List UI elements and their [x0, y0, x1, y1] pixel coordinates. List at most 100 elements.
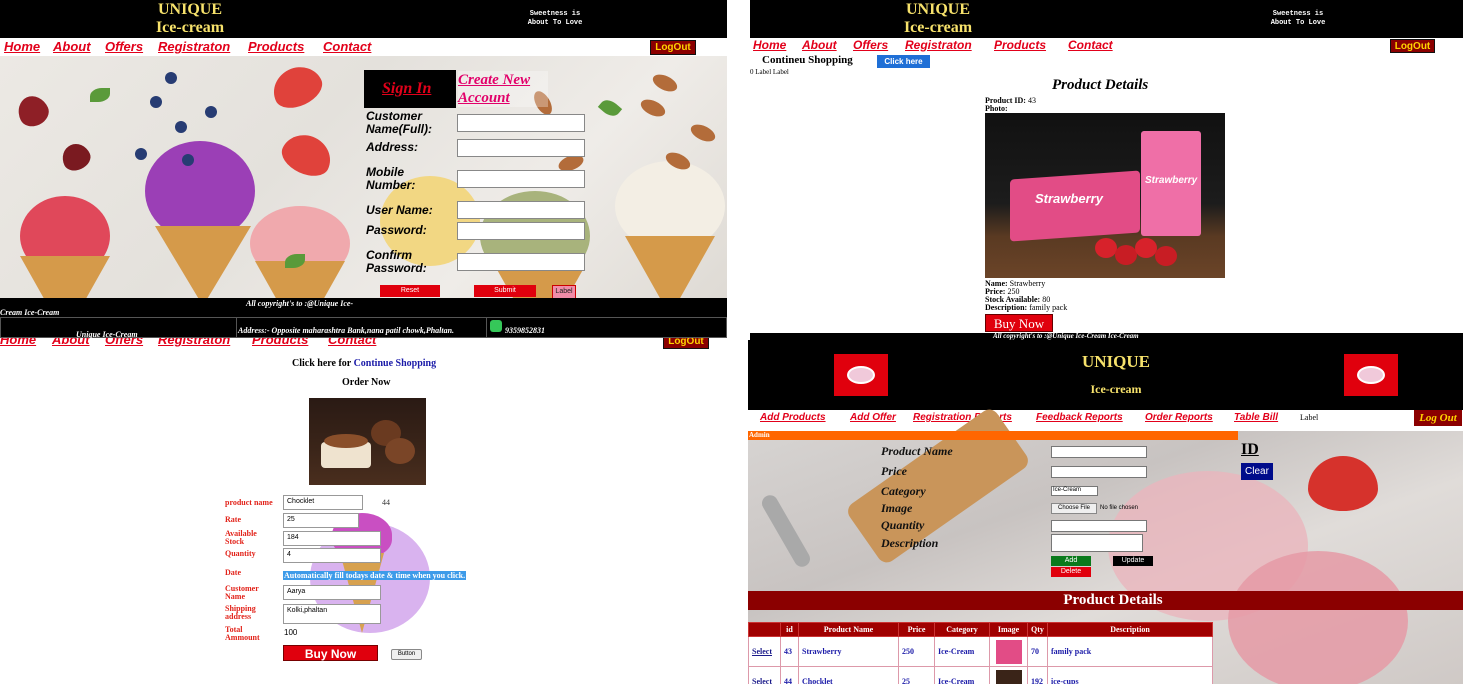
buy-now-button[interactable]: Buy Now [985, 314, 1053, 332]
nav-contact[interactable]: Contact [328, 338, 376, 347]
product-desc-line: Description: family pack [985, 303, 1068, 312]
generic-button[interactable]: Button [391, 649, 422, 660]
label-shipping-address: Shipping address [225, 604, 256, 622]
product-id-value: 44 [382, 498, 390, 507]
continue-line: Click here for Continue Shopping [292, 358, 437, 369]
nav-contact[interactable]: Contact [323, 39, 371, 54]
nav-products[interactable]: Products [994, 38, 1046, 52]
confirm-password-input[interactable] [457, 253, 585, 271]
nav-about[interactable]: About [52, 338, 90, 347]
product-name-input[interactable]: Chocklet [283, 495, 363, 510]
quantity-input[interactable] [1051, 520, 1147, 532]
nav-registration[interactable]: Registraton [158, 39, 230, 54]
label-customer-name: Customer Name(Full): [366, 109, 432, 137]
admin-logout-button[interactable]: Log Out [1414, 410, 1462, 426]
admin-title: UNIQUE [1081, 352, 1150, 371]
username-input[interactable] [457, 201, 585, 219]
nav-home[interactable]: Home [4, 39, 40, 54]
col-image: Image [989, 622, 1028, 637]
buy-now-button[interactable]: Buy Now [283, 645, 378, 661]
customer-name-input[interactable] [457, 114, 585, 132]
nav-registration[interactable]: Registraton [158, 338, 230, 347]
tagline: Sweetness is About To Love [527, 10, 583, 28]
copyright-text: All copyright's to :@Unique Ice-Cream Ic… [993, 332, 1139, 340]
nav-registration[interactable]: Registraton [905, 38, 972, 52]
quantity-input[interactable]: 4 [283, 548, 381, 563]
label-product-name: product name [225, 498, 273, 507]
nav-products[interactable]: Products [252, 338, 308, 347]
label-quantity: Quantity [881, 518, 925, 532]
nav-order-reports[interactable]: Order Reports [1145, 412, 1213, 423]
nav-offers[interactable]: Offers [105, 338, 143, 347]
password-input[interactable] [457, 222, 585, 240]
logout-button[interactable]: LogOut [1390, 39, 1435, 53]
col-select [748, 622, 781, 637]
total-amount-value: 100 [284, 628, 298, 637]
label-address: Address: [366, 140, 419, 154]
row-thumbnail [989, 636, 1028, 667]
description-input[interactable] [1051, 534, 1143, 552]
nav-offers[interactable]: Offers [853, 38, 888, 52]
nav-add-offer[interactable]: Add Offer [850, 412, 896, 423]
select-link[interactable]: Select [748, 666, 781, 684]
label-product-name: Product Name [881, 444, 953, 458]
order-page: Home About Offers Registraton Products C… [0, 338, 727, 684]
clear-button[interactable]: Clear [1241, 463, 1273, 480]
stock-input[interactable]: 184 [283, 531, 381, 546]
photo-label: Photo: [985, 104, 1008, 113]
price-input[interactable] [1051, 466, 1147, 478]
nav-about[interactable]: About [802, 38, 837, 52]
logout-button[interactable]: LogOut [663, 338, 709, 349]
col-description: Description [1047, 622, 1213, 637]
select-link[interactable]: Select [748, 636, 781, 667]
create-account-link[interactable]: Create New Account [458, 71, 548, 107]
col-qty: Qty [1027, 622, 1048, 637]
mobile-input[interactable] [457, 170, 585, 188]
product-details-page: UNIQUE Ice-cream Sweetness is About To Lov… [750, 0, 1463, 340]
no-file-text: No file chosen [1100, 505, 1139, 511]
date-autofill-hint[interactable]: Automatically fill todays date & time wh… [283, 571, 467, 580]
col-price: Price [898, 622, 935, 637]
choose-file-button[interactable]: Choose File [1051, 503, 1097, 514]
col-product-name: Product Name [798, 622, 899, 637]
delete-button[interactable]: Delete [1051, 567, 1091, 577]
nav-contact[interactable]: Contact [1068, 38, 1113, 52]
nav-home[interactable]: Home [753, 38, 786, 52]
table-row: Select 43 Strawberry 250 Ice-Cream 70 fa… [748, 636, 1213, 667]
product-name-input[interactable] [1051, 446, 1147, 458]
sign-in-link[interactable]: Sign In [382, 80, 431, 98]
update-button[interactable]: Update [1113, 556, 1153, 566]
address-input[interactable] [457, 139, 585, 157]
nav-offers[interactable]: Offers [105, 39, 143, 54]
nav-about[interactable]: About [53, 39, 91, 54]
add-button[interactable]: Add [1051, 556, 1091, 566]
category-select[interactable]: Ice-Cream [1051, 486, 1098, 496]
order-now-title: Order Now [342, 377, 391, 388]
nav-feedback-reports[interactable]: Feedback Reports [1036, 412, 1123, 423]
footer-phone: 9359852831 [505, 326, 545, 335]
row-thumbnail [989, 666, 1028, 684]
product-details-title: Product Details [1063, 592, 1163, 608]
nav-table-bill[interactable]: Table Bill [1234, 412, 1278, 423]
continue-shopping-link[interactable]: Continue Shopping [354, 358, 437, 369]
rate-input[interactable]: 25 [283, 513, 359, 528]
customer-name-input[interactable]: Aarya [283, 585, 381, 600]
tagline: Sweetness is About To Love [1270, 10, 1326, 28]
label-category: Category [881, 484, 926, 498]
submit-button[interactable]: Submit [474, 285, 536, 297]
label-password: Password: [366, 223, 427, 237]
click-here-button[interactable]: Click here [877, 55, 930, 68]
logo-right-icon [1344, 354, 1398, 396]
label-price: Price [881, 464, 907, 478]
label-confirm-password: Confirm Password: [366, 248, 427, 276]
reset-button[interactable]: Reset [380, 285, 440, 297]
logout-button[interactable]: LogOut [650, 40, 696, 55]
shipping-address-input[interactable]: Kolki,phaltan [283, 604, 381, 624]
nav-products[interactable]: Products [248, 39, 304, 54]
nav-home[interactable]: Home [0, 338, 36, 347]
box-label-2: Strawberry [1145, 175, 1198, 186]
box-label: Strawberry [1035, 191, 1103, 206]
table-row: Select 44 Chocklet 25 Ice-Cream 192 ice-… [748, 666, 1213, 684]
nav-add-products[interactable]: Add Products [760, 412, 826, 423]
label-customer-name: Customer Name [225, 584, 259, 602]
